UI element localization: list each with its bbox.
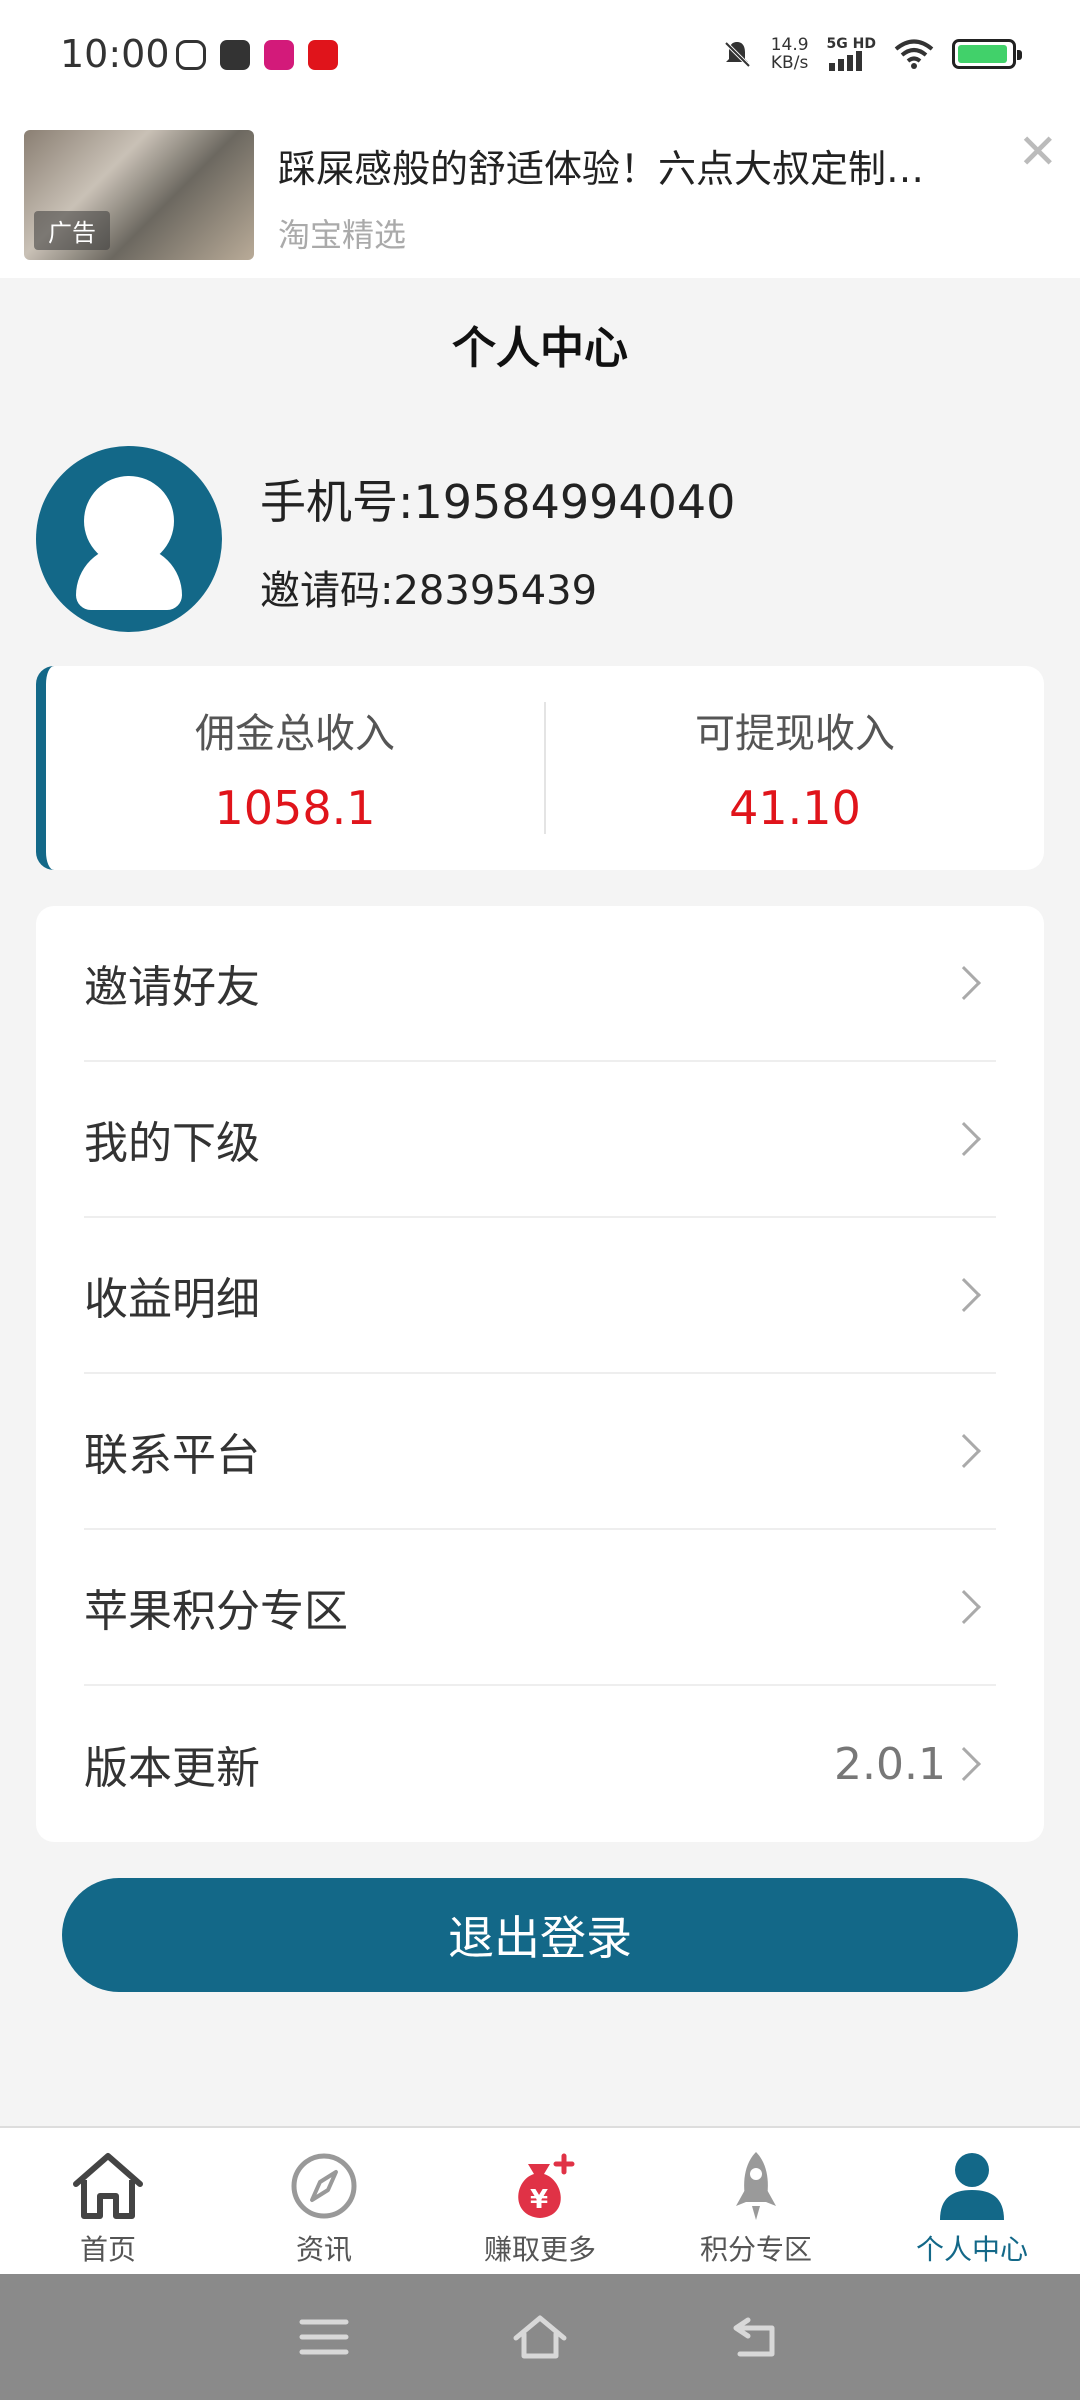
bag-notification-icon [220,40,250,70]
wifi-icon [894,39,934,69]
chevron-right-icon [947,966,981,1000]
network-speed: 14.9 KB/s [770,35,809,73]
shop-notification-icon [264,40,294,70]
mute-bell-icon [724,41,751,68]
tab-earn-more[interactable]: ¥ 赚取更多 [432,2128,648,2274]
tab-label: 积分专区 [699,2233,812,2266]
menu-item-invite-friends[interactable]: 邀请好友 [84,906,996,1062]
menu-item-apple-points[interactable]: 苹果积分专区 [84,1530,996,1686]
menu-item-label: 联系平台 [84,1430,260,1481]
menu-icon[interactable] [296,2312,352,2362]
chevron-right-icon [947,1122,981,1156]
system-nav-bar [0,2274,1080,2400]
tab-profile[interactable]: 个人中心 [864,2128,1080,2274]
chevron-right-icon [947,1278,981,1312]
total-income[interactable]: 佣金总收入 1058.1 [46,701,544,835]
tab-label: 个人中心 [915,2233,1028,2266]
tab-label: 赚取更多 [483,2233,596,2266]
menu-item-contact-platform[interactable]: 联系平台 [84,1374,996,1530]
menu-item-version-update[interactable]: 版本更新 2.0.1 [84,1686,996,1842]
total-income-value: 1058.1 [214,781,376,835]
bottom-tab-bar: 首页 资讯 ¥ 赚取更多 积分专区 个人中心 [0,2126,1080,2274]
app-notification-icon [176,40,206,70]
menu-card: 邀请好友 我的下级 收益明细 联系平台 苹果积分专区 版本更新 2.0.1 [36,906,1044,1842]
person-icon [940,2153,1004,2220]
home-icon [73,2153,143,2219]
withdrawable-income[interactable]: 可提现收入 41.10 [546,701,1044,835]
battery-icon [952,39,1022,69]
withdrawable-income-label: 可提现收入 [695,711,895,757]
page-title: 个人中心 [452,323,628,374]
avatar[interactable] [36,446,222,632]
total-income-label: 佣金总收入 [195,711,395,757]
version-number: 2.0.1 [834,1738,946,1790]
menu-item-earnings-detail[interactable]: 收益明细 [84,1218,996,1374]
ad-banner[interactable]: 广告 踩屎感般的舒适体验！六点大叔定制… 淘宝精选 ✕ [0,112,1080,278]
rocket-icon [736,2152,776,2220]
status-time: 10:00 [60,32,170,76]
invite-code: 邀请码:28395439 [260,568,598,614]
menu-item-label: 苹果积分专区 [84,1586,348,1637]
signal-icon: 5G HD [827,37,876,71]
menu-item-label: 邀请好友 [84,962,260,1013]
ad-tag: 广告 [34,211,110,250]
page-header: 个人中心 [0,278,1080,410]
status-bar: 10:00 14.9 KB/s 5G HD [0,0,1080,112]
notification-icons [176,40,338,70]
menu-item-label: 我的下级 [84,1118,260,1169]
chevron-right-icon [947,1590,981,1624]
ad-source: 淘宝精选 [278,216,407,254]
tab-label: 资讯 [295,2233,352,2266]
phone-number: 手机号:19584994040 [260,475,736,529]
withdrawable-income-value: 41.10 [729,781,861,835]
tab-points[interactable]: 积分专区 [648,2128,864,2274]
tab-home[interactable]: 首页 [0,2128,216,2274]
home-nav-icon[interactable] [512,2312,568,2362]
logout-button[interactable]: 退出登录 [62,1878,1018,1992]
ad-close-icon[interactable]: ✕ [1018,128,1058,176]
ad-title[interactable]: 踩屎感般的舒适体验！六点大叔定制… [278,138,998,193]
compass-icon [291,2153,357,2219]
heart-notification-icon [308,40,338,70]
back-icon[interactable] [728,2312,784,2362]
chevron-right-icon [947,1434,981,1468]
status-right: 14.9 KB/s 5G HD [721,35,1022,73]
income-card: 佣金总收入 1058.1 可提现收入 41.10 [36,666,1044,870]
tab-label: 首页 [79,2233,136,2266]
chevron-right-icon [947,1747,981,1781]
ad-image[interactable]: 广告 [24,130,254,260]
tab-news[interactable]: 资讯 [216,2128,432,2274]
menu-item-my-subordinates[interactable]: 我的下级 [84,1062,996,1218]
money-bag-icon: ¥ [518,2153,575,2218]
svg-text:¥: ¥ [530,2185,548,2215]
menu-item-label: 版本更新 [84,1743,260,1794]
menu-item-label: 收益明细 [84,1274,260,1325]
